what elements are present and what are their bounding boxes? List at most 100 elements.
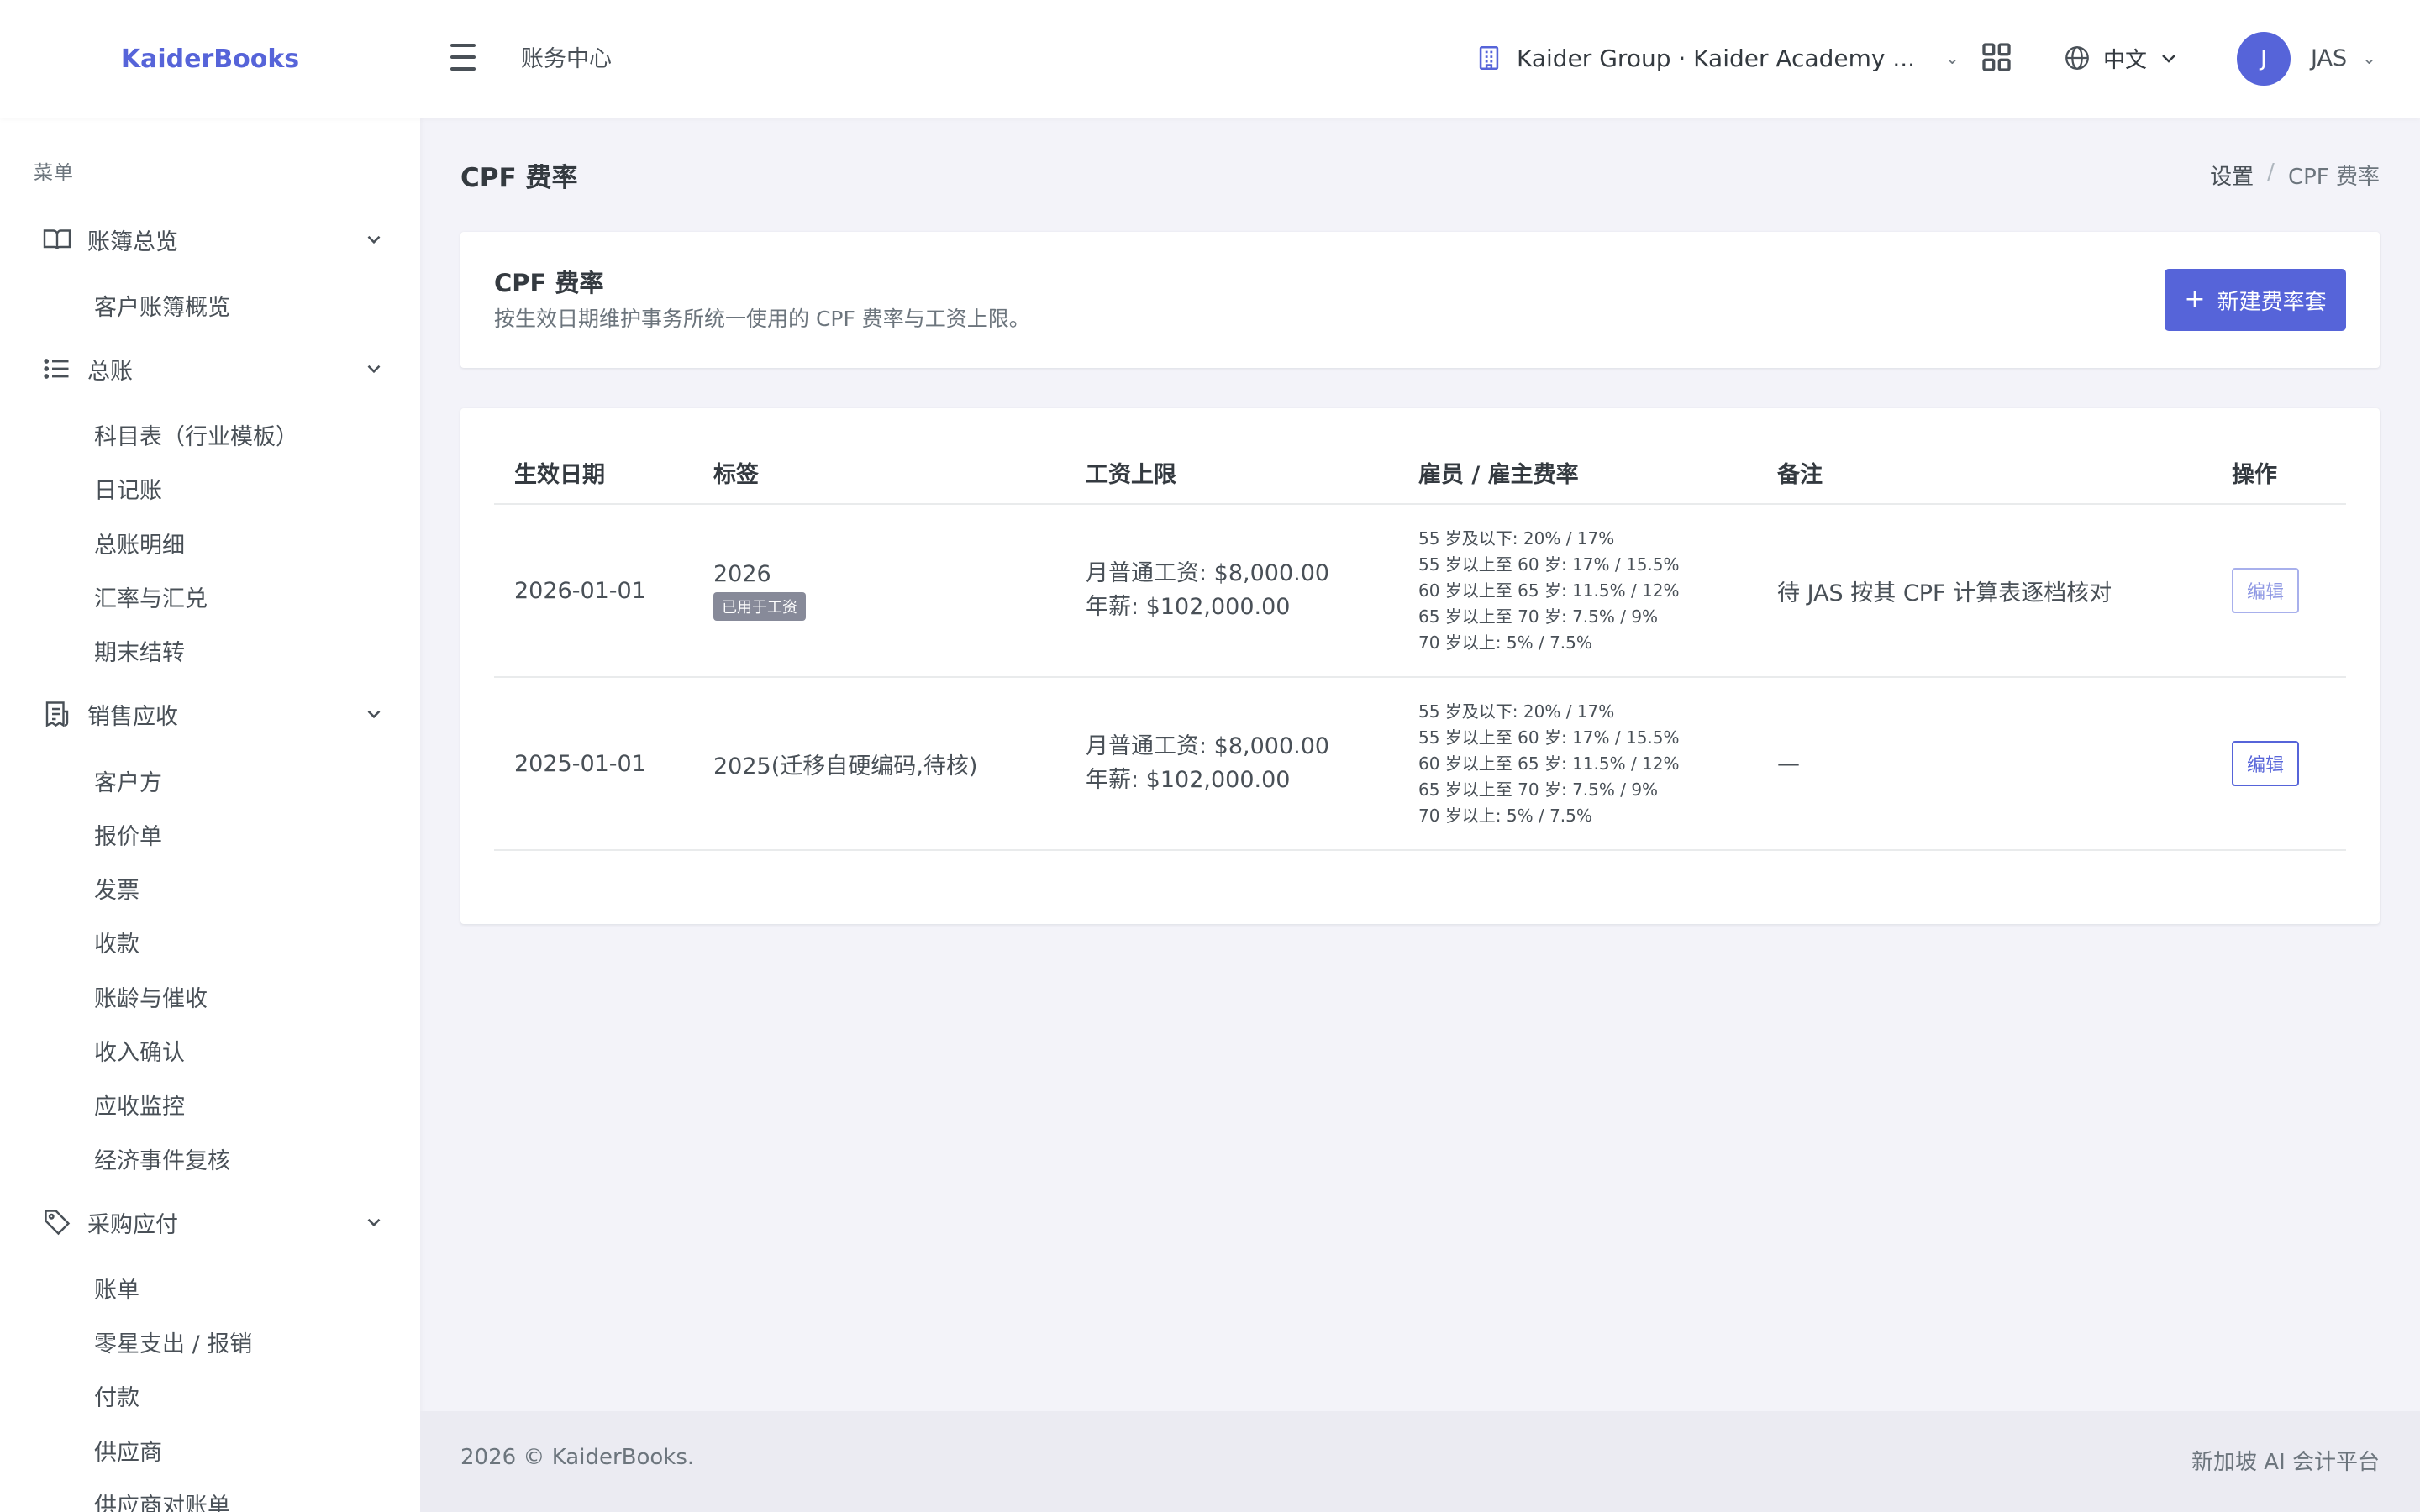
- sidebar-item-invoices[interactable]: 发票: [94, 872, 139, 905]
- rate-tier: 55 岁以上至 60 岁: 17% / 15.5%: [1418, 727, 1680, 748]
- rate-tier: 60 岁以上至 65 岁: 11.5% / 12%: [1418, 580, 1680, 601]
- sidebar-item-payments[interactable]: 付款: [94, 1379, 139, 1412]
- card-description: 按生效日期维护事务所统一使用的 CPF 费率与工资上限。: [494, 307, 1030, 331]
- cap-annual: 年薪: $102,000.00: [1086, 594, 1291, 620]
- sidebar-item-gl-detail[interactable]: 总账明细: [94, 527, 185, 559]
- cell-label: 2026 已用于工资: [693, 504, 1065, 678]
- table-row: 2025-01-01 2025(迁移自硬编码,待核) 月普通工资: $8,000…: [494, 677, 2346, 851]
- rate-tier: 55 岁及以下: 20% / 17%: [1418, 701, 1615, 722]
- edit-button[interactable]: 编辑: [2232, 568, 2299, 613]
- sidebar-item-event-review[interactable]: 经济事件复核: [94, 1142, 230, 1175]
- chevron-down-icon: ⌄: [1945, 48, 1960, 68]
- breadcrumb-settings[interactable]: 设置: [2210, 160, 2254, 191]
- cell-action: 编辑: [2212, 504, 2346, 678]
- chevron-down-icon: [363, 1211, 385, 1233]
- breadcrumb-current: CPF 费率: [2287, 165, 2380, 190]
- sidebar-item-quotes[interactable]: 报价单: [94, 818, 162, 851]
- sidebar-section-ledger-overview[interactable]: 账簿总览: [40, 218, 385, 260]
- cpf-header-card: CPF 费率 按生效日期维护事务所统一使用的 CPF 费率与工资上限。 + 新建…: [460, 232, 2380, 368]
- cell-date: 2026-01-01: [494, 504, 693, 678]
- chevron-down-icon: [363, 703, 385, 725]
- plus-icon: +: [2184, 285, 2206, 314]
- sidebar-section-label: 账簿总览: [87, 228, 178, 255]
- chevron-down-icon: [363, 228, 385, 250]
- cell-date: 2025-01-01: [494, 677, 693, 851]
- brand-logo[interactable]: KaiderBooks: [0, 0, 420, 118]
- edit-button[interactable]: 编辑: [2232, 741, 2299, 786]
- sidebar: 菜单 账簿总览 客户账簿概览 总账 科目表（行业模板） 日记账 总账明细 汇率与…: [0, 118, 420, 1512]
- sidebar-item-client-ledger[interactable]: 客户账簿概览: [94, 289, 230, 322]
- sidebar-section-general-ledger[interactable]: 总账: [40, 348, 385, 390]
- sidebar-section-purchase-ap[interactable]: 采购应付: [40, 1201, 385, 1243]
- card-title: CPF 费率: [494, 269, 604, 297]
- footer-copyright: 2026 © KaiderBooks.: [460, 1445, 695, 1470]
- cap-annual: 年薪: $102,000.00: [1086, 767, 1291, 793]
- sidebar-section-label: 采购应付: [87, 1211, 178, 1238]
- book-icon: [40, 223, 74, 256]
- list-icon: [40, 352, 74, 386]
- column-header-action: 操作: [2212, 442, 2346, 505]
- cell-note: 待 JAS 按其 CPF 计算表逐档核对: [1757, 504, 2212, 678]
- sidebar-item-period-close[interactable]: 期末结转: [94, 634, 185, 667]
- rate-tier: 70 岁以上: 5% / 7.5%: [1418, 632, 1592, 653]
- sidebar-item-journal[interactable]: 日记账: [94, 472, 162, 505]
- rate-tier: 70 岁以上: 5% / 7.5%: [1418, 805, 1592, 826]
- globe-icon: [2063, 44, 2091, 72]
- sidebar-item-suppliers[interactable]: 供应商: [94, 1434, 162, 1467]
- language-label: 中文: [2103, 47, 2148, 73]
- header-title: 账务中心: [521, 46, 612, 72]
- chevron-down-icon: [363, 358, 385, 380]
- rate-tier: 55 岁以上至 60 岁: 17% / 15.5%: [1418, 554, 1680, 575]
- sidebar-item-expenses[interactable]: 零星支出 / 报销: [94, 1326, 252, 1358]
- cell-rates: 55 岁及以下: 20% / 17% 55 岁以上至 60 岁: 17% / 1…: [1398, 504, 1757, 678]
- new-rate-set-label: 新建费率套: [2217, 289, 2327, 315]
- page-title: CPF 费率: [460, 163, 578, 193]
- cell-rates: 55 岁及以下: 20% / 17% 55 岁以上至 60 岁: 17% / 1…: [1398, 677, 1757, 851]
- table-row: 2026-01-01 2026 已用于工资 月普通工资: $8,000.00 年…: [494, 504, 2346, 678]
- sidebar-item-customers[interactable]: 客户方: [94, 764, 162, 797]
- sidebar-item-ar-monitor[interactable]: 应收监控: [94, 1088, 185, 1121]
- sidebar-section-label: 总账: [87, 358, 133, 385]
- breadcrumb-separator: /: [2267, 160, 2275, 185]
- footer: 2026 © KaiderBooks. 新加坡 AI 会计平台: [420, 1411, 2420, 1512]
- column-header-wage-cap: 工资上限: [1065, 442, 1398, 505]
- sidebar-section-label: 销售应收: [87, 703, 178, 730]
- rate-tier: 60 岁以上至 65 岁: 11.5% / 12%: [1418, 753, 1680, 774]
- cell-wage-cap: 月普通工资: $8,000.00 年薪: $102,000.00: [1065, 504, 1398, 678]
- rate-tier: 65 岁以上至 70 岁: 7.5% / 9%: [1418, 779, 1659, 800]
- org-switcher[interactable]: Kaider Group · Kaider Academy ... ⌄: [1475, 37, 1960, 79]
- user-menu[interactable]: JAS ⌄: [2311, 40, 2376, 76]
- new-rate-set-button[interactable]: + 新建费率套: [2165, 269, 2346, 331]
- sidebar-item-revenue-recognition[interactable]: 收入确认: [94, 1034, 185, 1067]
- column-header-date: 生效日期: [494, 442, 693, 505]
- cpf-rates-table: 生效日期 标签 工资上限 雇员 / 雇主费率 备注 操作 2026-01-01 …: [494, 442, 2346, 851]
- language-switcher[interactable]: 中文: [2063, 40, 2179, 76]
- chevron-down-icon: ⌄: [2362, 48, 2376, 68]
- receipt-icon: [40, 697, 74, 731]
- sidebar-section-sales-ar[interactable]: 销售应收: [40, 693, 385, 735]
- cell-wage-cap: 月普通工资: $8,000.00 年薪: $102,000.00: [1065, 677, 1398, 851]
- org-name: Kaider Group · Kaider Academy ...: [1517, 44, 1916, 72]
- breadcrumb: 设置 / CPF 费率: [2210, 160, 2380, 191]
- avatar[interactable]: J: [2237, 32, 2291, 86]
- sidebar-item-chart-of-accounts[interactable]: 科目表（行业模板）: [94, 418, 298, 451]
- sidebar-item-fx[interactable]: 汇率与汇兑: [94, 580, 208, 613]
- user-name: JAS: [2311, 45, 2348, 71]
- rate-set-label: 2026: [713, 560, 771, 587]
- column-header-note: 备注: [1757, 442, 2212, 505]
- cap-monthly: 月普通工资: $8,000.00: [1086, 560, 1330, 586]
- apps-grid-icon[interactable]: [1980, 40, 2013, 74]
- cpf-table-card: 生效日期 标签 工资上限 雇员 / 雇主费率 备注 操作 2026-01-01 …: [460, 408, 2380, 924]
- menu-title: 菜单: [34, 162, 74, 184]
- column-header-rates: 雇员 / 雇主费率: [1398, 442, 1757, 505]
- column-header-label: 标签: [693, 442, 1065, 505]
- rate-set-label: 2025(迁移自硬编码,待核): [713, 753, 978, 780]
- sidebar-item-bills[interactable]: 账单: [94, 1272, 139, 1305]
- sidebar-item-supplier-statements[interactable]: 供应商对账单: [94, 1488, 230, 1512]
- cell-note: —: [1757, 677, 2212, 851]
- chevron-down-icon: [2159, 48, 2179, 68]
- sidebar-item-receipts[interactable]: 收款: [94, 926, 139, 958]
- rate-tier: 55 岁及以下: 20% / 17%: [1418, 528, 1615, 549]
- menu-toggle-icon[interactable]: [445, 40, 481, 74]
- sidebar-item-aging[interactable]: 账龄与催收: [94, 980, 208, 1013]
